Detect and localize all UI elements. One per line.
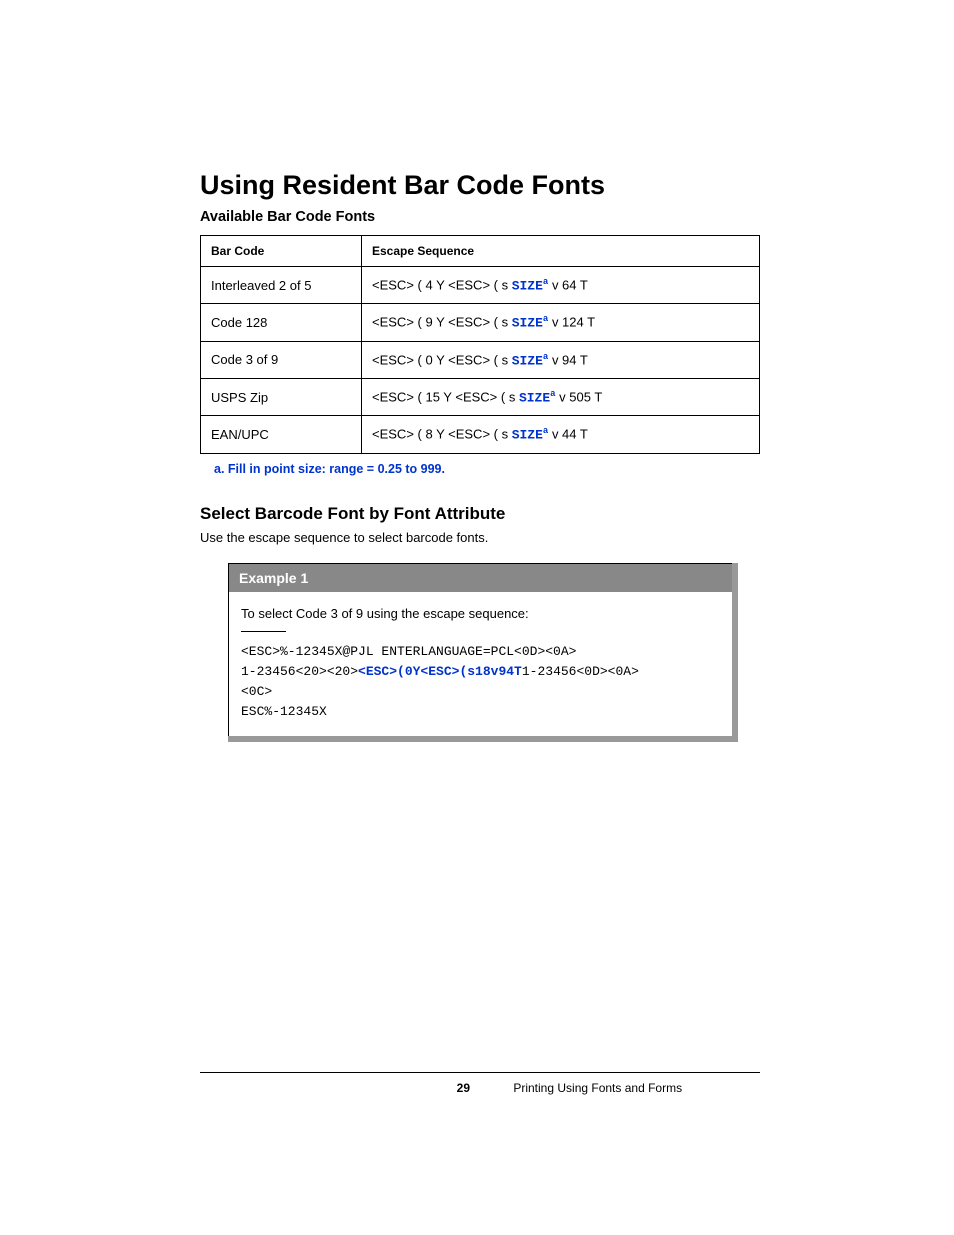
code-line-4: ESC%-12345X [241, 704, 327, 719]
code-line-3: <0C> [241, 684, 272, 699]
table-row: Code 3 of 9<ESC> ( 0 Y <ESC> ( s SIZEa v… [201, 341, 760, 378]
table-row: Interleaved 2 of 5<ESC> ( 4 Y <ESC> ( s … [201, 267, 760, 304]
chapter-name: Printing Using Fonts and Forms [473, 1081, 682, 1095]
example-box: Example 1 To select Code 3 of 9 using th… [228, 563, 738, 743]
divider [241, 631, 286, 632]
example-header: Example 1 [229, 564, 732, 592]
table-row: EAN/UPC<ESC> ( 8 Y <ESC> ( s SIZEa v 44 … [201, 416, 760, 453]
size-keyword: SIZE [512, 278, 543, 293]
size-keyword: SIZE [512, 316, 543, 331]
example-code: <ESC>%-12345X@PJL ENTERLANGUAGE=PCL<0D><… [241, 642, 720, 723]
table-row: USPS Zip<ESC> ( 15 Y <ESC> ( s SIZEa v 5… [201, 378, 760, 415]
page-title: Using Resident Bar Code Fonts [200, 170, 760, 201]
code-line-2a: 1-23456<20><20> [241, 664, 358, 679]
table-caption: Available Bar Code Fonts [200, 209, 760, 225]
cell-barcode-name: Code 128 [201, 304, 362, 341]
table-row: Code 128<ESC> ( 9 Y <ESC> ( s SIZEa v 12… [201, 304, 760, 341]
th-barcode: Bar Code [201, 236, 362, 267]
cell-escape-sequence: <ESC> ( 0 Y <ESC> ( s SIZEa v 94 T [362, 341, 760, 378]
code-line-2-highlight: <ESC>(0Y<ESC>(s18v94T [358, 664, 522, 679]
section-title: Select Barcode Font by Font Attribute [200, 504, 760, 524]
th-escape: Escape Sequence [362, 236, 760, 267]
cell-barcode-name: Code 3 of 9 [201, 341, 362, 378]
size-keyword: SIZE [512, 353, 543, 368]
code-line-1: <ESC>%-12345X@PJL ENTERLANGUAGE=PCL<0D><… [241, 644, 576, 659]
page-number: 29 [200, 1081, 470, 1095]
cell-escape-sequence: <ESC> ( 8 Y <ESC> ( s SIZEa v 44 T [362, 416, 760, 453]
example-intro: To select Code 3 of 9 using the escape s… [241, 606, 720, 621]
cell-escape-sequence: <ESC> ( 9 Y <ESC> ( s SIZEa v 124 T [362, 304, 760, 341]
cell-escape-sequence: <ESC> ( 4 Y <ESC> ( s SIZEa v 64 T [362, 267, 760, 304]
section-body: Use the escape sequence to select barcod… [200, 530, 760, 545]
size-keyword: SIZE [512, 428, 543, 443]
cell-barcode-name: USPS Zip [201, 378, 362, 415]
table-footnote: a. Fill in point size: range = 0.25 to 9… [214, 462, 760, 476]
size-keyword: SIZE [519, 390, 550, 405]
cell-barcode-name: EAN/UPC [201, 416, 362, 453]
cell-barcode-name: Interleaved 2 of 5 [201, 267, 362, 304]
page-footer: 29 Printing Using Fonts and Forms [200, 1072, 760, 1095]
barcode-table: Bar Code Escape Sequence Interleaved 2 o… [200, 235, 760, 454]
cell-escape-sequence: <ESC> ( 15 Y <ESC> ( s SIZEa v 505 T [362, 378, 760, 415]
code-line-2b: 1-23456<0D><0A> [522, 664, 639, 679]
